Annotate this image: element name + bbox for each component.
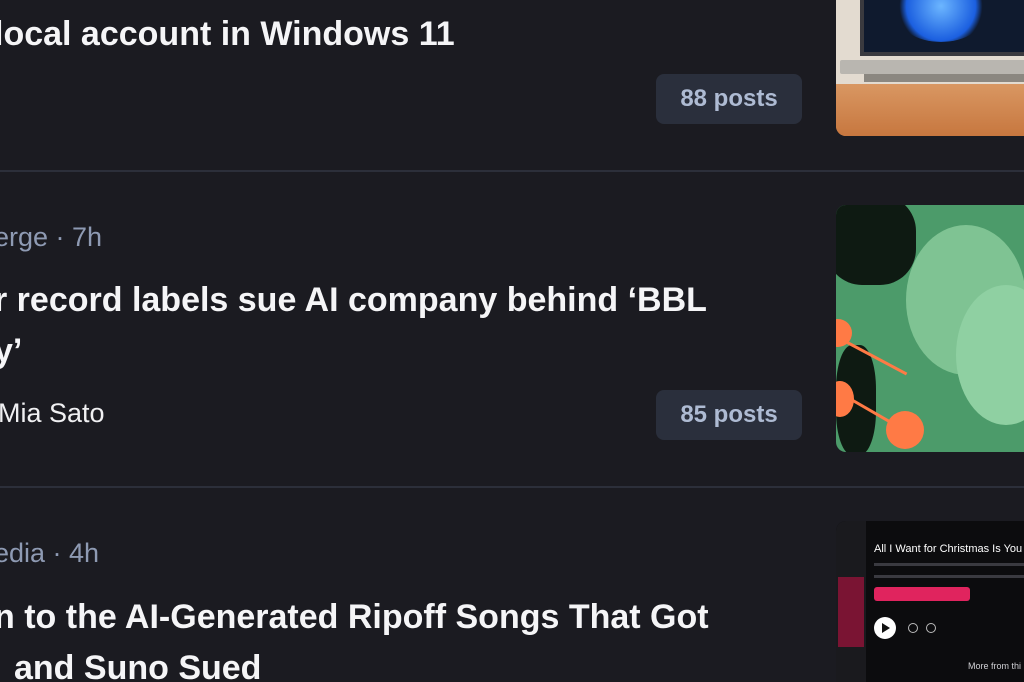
thumb-meta-line [874,563,1024,566]
thumb-signup-button [874,587,970,601]
windows-laptop-image[interactable] [836,0,1024,136]
headline[interactable]: r record labels sue AI company behind ‘B… [0,275,707,377]
headline-line-1: r record labels sue AI company behind ‘B… [0,281,707,319]
feed-item-1[interactable]: local account in Windows 11 88 posts [0,0,1024,170]
thumb-shadow [836,205,916,285]
headline-line-2: and Suno Sued [14,649,262,682]
source-timestamp: erge · 7h [0,222,103,252]
comments-count-button[interactable]: 88 posts [656,74,802,124]
thumb-album-art [838,577,864,647]
music-app-screenshot-image[interactable]: All I Want for Christmas Is You More fro… [836,521,1024,682]
author-name[interactable]: Mia Sato [0,398,105,429]
green-faces-collage-image[interactable] [836,205,1024,452]
download-icon [926,623,936,633]
play-icon [874,617,896,639]
headline[interactable]: local account in Windows 11 [0,9,455,60]
thumb-dot [886,411,924,449]
share-icon [908,623,918,633]
news-feed: local account in Windows 11 88 posts erg… [0,0,1024,682]
laptop-base [840,60,1024,74]
thumb-song-title: All I Want for Christmas Is You [874,543,1023,555]
thumb-meta-line [874,575,1024,578]
headline[interactable]: n to the AI-Generated Ripoff Songs That … [0,592,709,682]
headline-line-2: y’ [0,332,23,370]
thumb-desk [836,84,1024,136]
comments-count-button[interactable]: 85 posts [656,390,802,440]
laptop-keyboard [864,74,1024,82]
source-timestamp: edia · 4h [0,538,100,568]
headline-line-1: n to the AI-Generated Ripoff Songs That … [0,598,709,636]
thumb-more-label: More from thi [968,661,1022,671]
